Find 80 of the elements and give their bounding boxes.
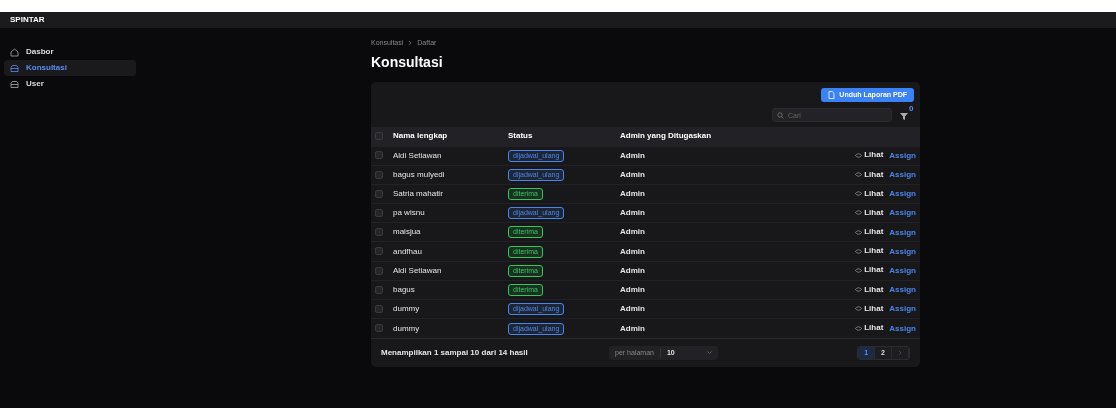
name-cell: pa wisnu xyxy=(393,208,425,218)
eye-icon xyxy=(855,287,863,293)
sidebar-item[interactable]: User xyxy=(4,76,136,92)
name-cell: maisjua xyxy=(393,227,421,237)
chevron-right-icon xyxy=(898,350,902,357)
admin-cell: Admin xyxy=(620,323,645,333)
assign-link[interactable]: Assign xyxy=(889,285,916,295)
document-icon xyxy=(828,90,836,99)
page-title: Konsultasi xyxy=(371,52,444,72)
view-link[interactable]: Lihat xyxy=(855,149,884,162)
column-header: Nama lengkap xyxy=(393,131,448,141)
row-checkbox[interactable] xyxy=(375,305,383,313)
eye-icon xyxy=(855,152,863,158)
app-title: SPINTAR xyxy=(10,14,45,26)
view-link[interactable]: Lihat xyxy=(855,168,884,181)
eye-icon xyxy=(855,191,863,197)
assign-link[interactable]: Assign xyxy=(889,150,916,160)
assign-link[interactable]: Assign xyxy=(889,189,916,199)
name-cell: dummy xyxy=(393,304,420,314)
row-checkbox[interactable] xyxy=(375,151,383,160)
assign-link[interactable]: Assign xyxy=(889,265,916,275)
eye-icon xyxy=(855,229,863,235)
view-link[interactable]: Lihat xyxy=(855,206,884,219)
sidebar-item[interactable]: Konsultasi xyxy=(4,60,136,76)
view-link[interactable]: Lihat xyxy=(855,322,884,335)
name-cell: Aldi Setiawan xyxy=(393,265,442,275)
sidebar-item[interactable]: Dasbor xyxy=(4,44,136,60)
row-checkbox[interactable] xyxy=(375,266,383,275)
admin-cell: Admin xyxy=(620,265,645,275)
admin-cell: Admin xyxy=(620,304,645,314)
filter-icon[interactable] xyxy=(900,113,908,120)
column-header: Status xyxy=(508,131,533,141)
row-checkbox[interactable] xyxy=(375,170,383,179)
results-summary: Menampilkan 1 sampai 10 dari 14 hasil xyxy=(381,346,529,359)
eye-icon xyxy=(855,306,863,312)
admin-cell: Admin xyxy=(620,150,645,160)
assign-link[interactable]: Assign xyxy=(889,323,916,333)
eye-icon xyxy=(855,267,863,273)
view-link[interactable]: Lihat xyxy=(855,245,884,258)
assign-link[interactable]: Assign xyxy=(889,246,916,256)
chevron-right-icon xyxy=(408,40,413,46)
row-checkbox[interactable] xyxy=(375,209,383,218)
admin-cell: Admin xyxy=(620,188,645,198)
assign-link[interactable]: Assign xyxy=(889,170,916,180)
row-checkbox[interactable] xyxy=(375,324,383,333)
eye-icon xyxy=(855,325,863,331)
filter-count: 0 xyxy=(909,105,914,113)
tray-icon xyxy=(10,79,19,89)
row-checkbox[interactable] xyxy=(375,247,383,256)
assign-link[interactable]: Assign xyxy=(889,304,916,314)
home-icon xyxy=(10,47,19,57)
eye-icon xyxy=(855,172,863,178)
tray-icon xyxy=(10,63,19,73)
name-cell: Aldi Setiawan xyxy=(393,150,442,160)
next-page-button[interactable] xyxy=(892,346,909,359)
view-link[interactable]: Lihat xyxy=(855,264,884,277)
select-all-checkbox[interactable] xyxy=(375,132,383,141)
row-checkbox[interactable] xyxy=(375,189,383,198)
assign-link[interactable]: Assign xyxy=(889,208,916,218)
eye-icon xyxy=(855,210,863,216)
chevron-down-icon xyxy=(706,351,712,355)
view-link[interactable]: Lihat xyxy=(855,302,884,315)
row-checkbox[interactable] xyxy=(375,285,383,294)
row-checkbox[interactable] xyxy=(375,228,383,237)
view-link[interactable]: Lihat xyxy=(855,226,884,239)
assign-link[interactable]: Assign xyxy=(889,227,916,237)
name-cell: dummy xyxy=(393,323,420,333)
column-header: Admin yang Ditugaskan xyxy=(620,131,712,141)
name-cell: bagus mulyedi xyxy=(393,169,445,179)
admin-cell: Admin xyxy=(620,227,645,237)
view-link[interactable]: Lihat xyxy=(855,283,884,296)
name-cell: andfhau xyxy=(393,246,422,256)
view-link[interactable]: Lihat xyxy=(855,187,884,200)
admin-cell: Admin xyxy=(620,246,645,256)
admin-cell: Admin xyxy=(620,208,645,218)
name-cell: bagus xyxy=(393,284,415,294)
eye-icon xyxy=(855,248,863,254)
name-cell: Satria mahatir xyxy=(393,188,443,198)
admin-cell: Admin xyxy=(620,284,645,294)
admin-cell: Admin xyxy=(620,169,645,179)
